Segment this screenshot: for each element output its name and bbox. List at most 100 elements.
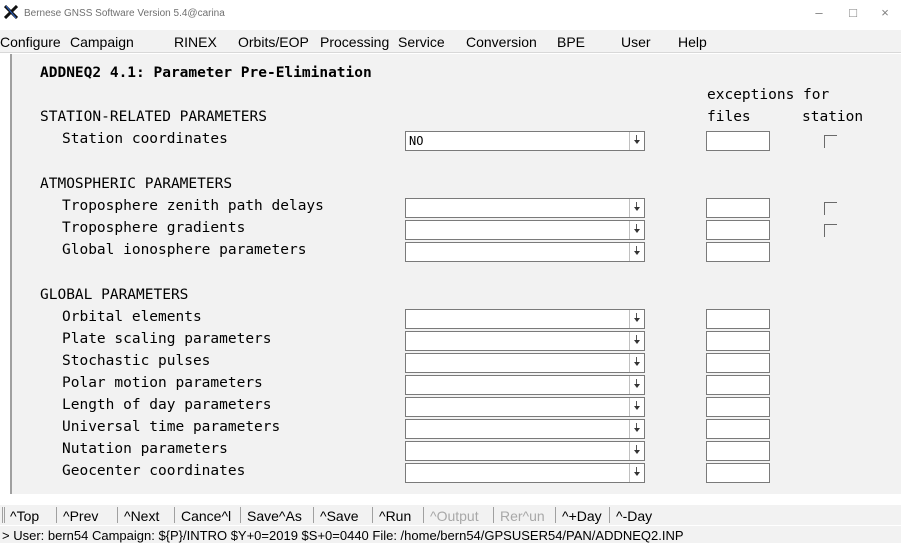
separator [2, 507, 3, 523]
menu-rinex[interactable]: RINEX [174, 34, 217, 50]
window-title: Bernese GNSS Software Version 5.4@carina [24, 8, 225, 19]
geocenter-label: Geocenter coordinates [62, 463, 246, 479]
dropdown-arrow-icon[interactable] [629, 354, 644, 372]
cancel-button[interactable]: Cance^l [181, 508, 231, 524]
separator [493, 507, 494, 523]
separator [56, 507, 57, 523]
separator [313, 507, 314, 523]
minimize-button[interactable]: – [808, 4, 830, 22]
lod-label: Length of day parameters [62, 397, 272, 413]
menu-processing[interactable]: Processing [320, 34, 389, 50]
plus-day-button[interactable]: ^+Day [562, 508, 602, 524]
separator [174, 507, 175, 523]
station-coordinates-files-field[interactable] [706, 131, 770, 151]
orbital-label: Orbital elements [62, 309, 202, 325]
menu-user[interactable]: User [621, 34, 651, 50]
dropdown-arrow-icon[interactable] [629, 221, 644, 239]
rerun-button[interactable]: Rer^un [500, 508, 545, 524]
lod-select[interactable] [405, 397, 645, 417]
menu-conversion[interactable]: Conversion [466, 34, 537, 50]
separator [240, 507, 241, 523]
separator [609, 507, 610, 523]
global-section-heading: GLOBAL PARAMETERS [40, 287, 189, 303]
global-iono-files-field[interactable] [706, 242, 770, 262]
polar-motion-select[interactable] [405, 375, 645, 395]
separator [372, 507, 373, 523]
stochastic-label: Stochastic pulses [62, 353, 211, 369]
dropdown-arrow-icon[interactable] [629, 132, 644, 150]
save-as-button[interactable]: Save^As [247, 508, 302, 524]
dropdown-arrow-icon[interactable] [629, 243, 644, 261]
next-button[interactable]: ^Next [124, 508, 159, 524]
separator [423, 507, 424, 523]
dropdown-arrow-icon[interactable] [629, 398, 644, 416]
save-button[interactable]: ^Save [320, 508, 358, 524]
top-button[interactable]: ^Top [10, 508, 39, 524]
tropo-zenith-files-field[interactable] [706, 198, 770, 218]
title-bar: Bernese GNSS Software Version 5.4@carina… [0, 0, 901, 28]
stochastic-files-field[interactable] [706, 353, 770, 373]
files-column-header: files [707, 109, 751, 125]
lod-files-field[interactable] [706, 397, 770, 417]
tropo-zenith-label: Troposphere zenith path delays [62, 198, 324, 214]
dropdown-arrow-icon[interactable] [629, 310, 644, 328]
nutation-files-field[interactable] [706, 441, 770, 461]
dropdown-arrow-icon[interactable] [629, 376, 644, 394]
status-bar: > User: bern54 Campaign: ${P}/INTRO $Y+0… [0, 526, 901, 543]
separator [4, 507, 5, 523]
nutation-label: Nutation parameters [62, 441, 228, 457]
tropo-gradients-files-field[interactable] [706, 220, 770, 240]
plate-scaling-label: Plate scaling parameters [62, 331, 272, 347]
ut-files-field[interactable] [706, 419, 770, 439]
panel-title: ADDNEQ2 4.1: Parameter Pre-Elimination [40, 65, 372, 81]
station-coordinates-station-checkbox[interactable] [824, 135, 837, 148]
polar-motion-files-field[interactable] [706, 375, 770, 395]
geocenter-files-field[interactable] [706, 463, 770, 483]
dropdown-arrow-icon[interactable] [629, 332, 644, 350]
tropo-gradients-select[interactable] [405, 220, 645, 240]
app-x-icon [4, 5, 18, 19]
menu-help[interactable]: Help [678, 34, 707, 50]
orbital-select[interactable] [405, 309, 645, 329]
menu-configure[interactable]: Configure [0, 34, 61, 50]
tropo-zenith-select[interactable] [405, 198, 645, 218]
maximize-button[interactable]: □ [842, 4, 864, 22]
station-coordinates-label: Station coordinates [62, 131, 228, 147]
global-iono-label: Global ionosphere parameters [62, 242, 307, 258]
tropo-gradients-station-checkbox[interactable] [824, 224, 837, 237]
dropdown-arrow-icon[interactable] [629, 420, 644, 438]
atmospheric-section-heading: ATMOSPHERIC PARAMETERS [40, 176, 233, 192]
nutation-select[interactable] [405, 441, 645, 461]
dropdown-arrow-icon[interactable] [629, 464, 644, 482]
plate-scaling-files-field[interactable] [706, 331, 770, 351]
orbital-files-field[interactable] [706, 309, 770, 329]
menu-bar: Configure Campaign RINEX Orbits/EOP Proc… [0, 30, 901, 53]
menu-service[interactable]: Service [398, 34, 445, 50]
dropdown-arrow-icon[interactable] [629, 442, 644, 460]
geocenter-select[interactable] [405, 463, 645, 483]
menu-bpe[interactable]: BPE [557, 34, 585, 50]
station-column-header: station [802, 109, 864, 125]
exceptions-header: exceptions for [707, 87, 830, 103]
plate-scaling-select[interactable] [405, 331, 645, 351]
menu-campaign[interactable]: Campaign [70, 34, 134, 50]
separator [555, 507, 556, 523]
station-coordinates-select[interactable]: NO [405, 131, 645, 151]
input-panel: ADDNEQ2 4.1: Parameter Pre-Elimination e… [10, 54, 901, 494]
status-text: > User: bern54 Campaign: ${P}/INTRO $Y+0… [2, 528, 684, 543]
dropdown-arrow-icon[interactable] [629, 199, 644, 217]
global-iono-select[interactable] [405, 242, 645, 262]
station-section-heading: STATION-RELATED PARAMETERS [40, 109, 267, 125]
menu-orbits-eop[interactable]: Orbits/EOP [238, 34, 309, 50]
tropo-zenith-station-checkbox[interactable] [824, 202, 837, 215]
output-button[interactable]: ^Output [430, 508, 479, 524]
stochastic-select[interactable] [405, 353, 645, 373]
ut-label: Universal time parameters [62, 419, 281, 435]
run-button[interactable]: ^Run [379, 508, 411, 524]
tropo-gradients-label: Troposphere gradients [62, 220, 246, 236]
ut-select[interactable] [405, 419, 645, 439]
prev-button[interactable]: ^Prev [63, 508, 98, 524]
minus-day-button[interactable]: ^-Day [616, 508, 652, 524]
button-bar: ^Top ^Prev ^Next Cance^l Save^As ^Save ^… [0, 505, 901, 525]
close-button[interactable]: × [874, 4, 896, 22]
